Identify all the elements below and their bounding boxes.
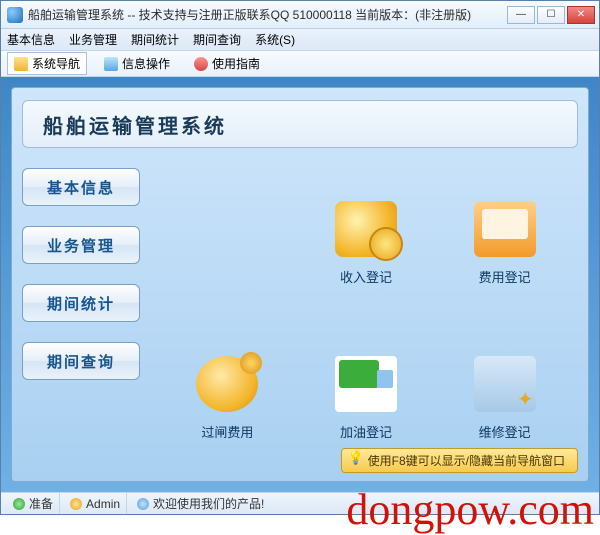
income-icon xyxy=(335,201,397,257)
menu-business[interactable]: 业务管理 xyxy=(69,31,117,48)
app-icon xyxy=(7,7,23,23)
status-user: Admin xyxy=(64,493,127,514)
menu-period-query[interactable]: 期间查询 xyxy=(193,31,241,48)
side-nav: 基本信息 业务管理 期间统计 期间查询 xyxy=(22,160,140,476)
toolbar-info-operate[interactable]: 信息操作 xyxy=(97,52,177,75)
window-title: 船舶运输管理系统 -- 技术支持与注册正版联系QQ 510000118 当前版本… xyxy=(28,6,507,23)
hint-bar: 使用F8键可以显示/隐藏当前导航窗口 xyxy=(341,448,578,473)
toolbar-nav-label: 系统导航 xyxy=(32,55,80,72)
sidenav-period-query[interactable]: 期间查询 xyxy=(22,342,140,380)
menu-system[interactable]: 系统(S) xyxy=(255,31,295,48)
close-button[interactable]: ✕ xyxy=(567,6,595,24)
menu-bar: 基本信息 业务管理 期间统计 期间查询 系统(S) xyxy=(1,29,599,51)
toolbar-info-label: 信息操作 xyxy=(122,55,170,72)
menu-period-stats[interactable]: 期间统计 xyxy=(131,31,179,48)
content-area: 船舶运输管理系统 基本信息 业务管理 期间统计 期间查询 收入登记 xyxy=(1,77,599,492)
user-icon xyxy=(70,498,82,510)
guide-icon xyxy=(194,57,208,71)
toolbar: 系统导航 信息操作 使用指南 xyxy=(1,51,599,77)
sidenav-basic-info[interactable]: 基本信息 xyxy=(22,168,140,206)
truck-icon xyxy=(335,356,397,412)
toolbar-guide-label: 使用指南 xyxy=(212,55,260,72)
sidenav-business[interactable]: 业务管理 xyxy=(22,226,140,264)
panel-title: 船舶运输管理系统 xyxy=(43,110,227,139)
status-welcome: 欢迎使用我们的产品! xyxy=(131,493,270,514)
sidenav-period-stats[interactable]: 期间统计 xyxy=(22,284,140,322)
panel-body: 基本信息 业务管理 期间统计 期间查询 收入登记 费用登记 xyxy=(12,156,588,476)
lock-fee-icon xyxy=(196,356,258,412)
dashboard-grid: 收入登记 费用登记 过闸费用 加油登记 xyxy=(140,160,578,476)
expense-icon xyxy=(474,201,536,257)
menu-basic-info[interactable]: 基本信息 xyxy=(7,31,55,48)
main-window: 船舶运输管理系统 -- 技术支持与注册正版联系QQ 510000118 当前版本… xyxy=(0,0,600,515)
nav-icon xyxy=(14,57,28,71)
status-user-label: Admin xyxy=(86,497,120,511)
dash-income-register[interactable]: 收入登记 xyxy=(297,166,436,321)
welcome-icon xyxy=(137,498,149,510)
status-bar: 准备 Admin 欢迎使用我们的产品! xyxy=(1,492,599,514)
status-ready-label: 准备 xyxy=(29,495,53,512)
dash-lock-label: 过闸费用 xyxy=(201,422,253,441)
toolbar-usage-guide[interactable]: 使用指南 xyxy=(187,52,267,75)
info-icon xyxy=(104,57,118,71)
repair-icon xyxy=(474,356,536,412)
dash-lock-fee[interactable]: 过闸费用 xyxy=(158,321,297,476)
dash-fuel-label: 加油登记 xyxy=(340,422,392,441)
status-welcome-label: 欢迎使用我们的产品! xyxy=(153,495,264,512)
window-controls: — ☐ ✕ xyxy=(507,6,595,24)
dash-expense-register[interactable]: 费用登记 xyxy=(435,166,574,321)
title-bar: 船舶运输管理系统 -- 技术支持与注册正版联系QQ 510000118 当前版本… xyxy=(1,1,599,29)
ready-icon xyxy=(13,498,25,510)
maximize-button[interactable]: ☐ xyxy=(537,6,565,24)
panel-header: 船舶运输管理系统 xyxy=(22,100,578,148)
dashboard-panel: 船舶运输管理系统 基本信息 业务管理 期间统计 期间查询 收入登记 xyxy=(11,87,589,482)
dash-income-label: 收入登记 xyxy=(340,267,392,286)
dash-repair-label: 维修登记 xyxy=(479,422,531,441)
dash-expense-label: 费用登记 xyxy=(479,267,531,286)
status-ready: 准备 xyxy=(7,493,60,514)
minimize-button[interactable]: — xyxy=(507,6,535,24)
toolbar-system-nav[interactable]: 系统导航 xyxy=(7,52,87,75)
